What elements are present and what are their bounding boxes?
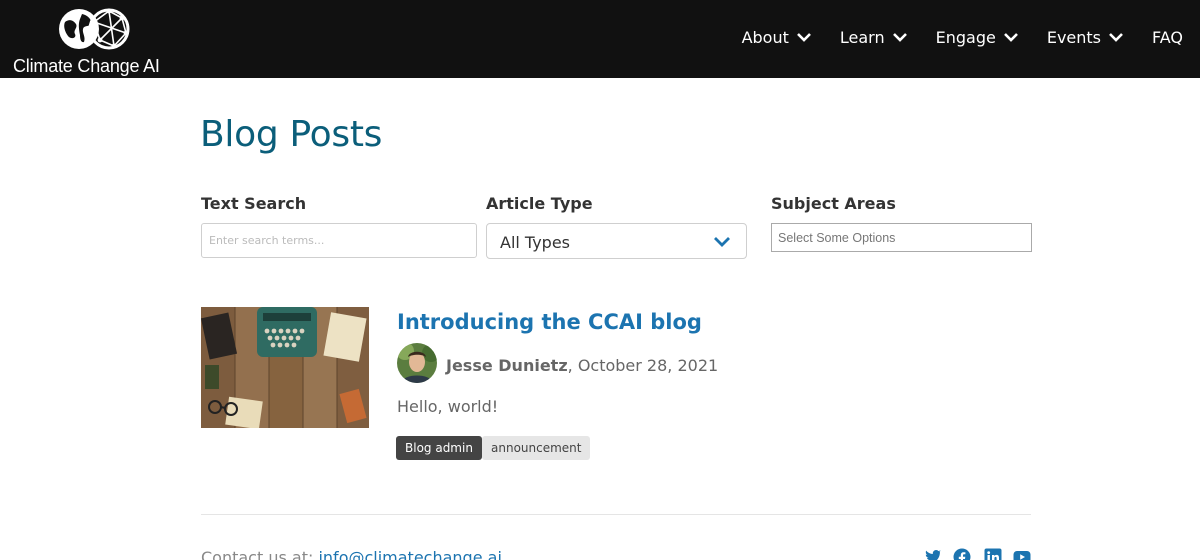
search-input[interactable]	[201, 223, 477, 258]
article-type-select[interactable]: All Types	[486, 223, 747, 259]
linkedin-icon[interactable]	[984, 548, 1002, 560]
chevron-down-icon	[714, 237, 730, 247]
main-nav: About Learn Engage Events FAQ	[742, 28, 1183, 47]
text-search-label: Text Search	[201, 194, 307, 213]
chevron-down-icon	[1109, 33, 1123, 42]
nav-item-engage[interactable]: Engage	[936, 28, 1019, 47]
nav-item-faq[interactable]: FAQ	[1152, 28, 1183, 47]
site-logo[interactable]: Climate Change AI	[12, 6, 172, 76]
article-type-value: All Types	[500, 233, 571, 252]
post-excerpt: Hello, world!	[397, 397, 499, 416]
post-title-link[interactable]: Introducing the CCAI blog	[397, 310, 702, 334]
footer-contact-label: Contact us at:	[201, 548, 314, 560]
tag-blog-admin[interactable]: Blog admin	[396, 436, 482, 460]
tag-announcement[interactable]: announcement	[482, 436, 591, 460]
chevron-down-icon	[892, 33, 907, 42]
nav-item-events[interactable]: Events	[1047, 28, 1124, 47]
twitter-icon[interactable]	[924, 548, 942, 560]
subject-areas-multiselect[interactable]: Select Some Options	[771, 223, 1032, 252]
youtube-icon[interactable]	[1013, 548, 1031, 560]
nav-item-label: FAQ	[1152, 28, 1183, 47]
subject-areas-label: Subject Areas	[771, 194, 896, 213]
byline-separator: ,	[567, 356, 578, 375]
nav-item-about[interactable]: About	[742, 28, 812, 47]
nav-item-label: Learn	[839, 28, 885, 47]
subject-areas-placeholder: Select Some Options	[778, 231, 896, 245]
page-title: Blog Posts	[200, 114, 383, 155]
site-header: Climate Change AI About Learn Engage Eve…	[0, 0, 1200, 78]
nav-item-learn[interactable]: Learn	[840, 28, 908, 47]
chevron-down-icon	[1003, 33, 1018, 42]
facebook-icon[interactable]	[953, 548, 971, 560]
post-date: October 28, 2021	[577, 356, 719, 375]
typewriter-desk-image	[201, 307, 369, 428]
globe-logo-icon	[59, 8, 130, 50]
author-avatar[interactable]	[397, 343, 437, 383]
footer-contact: Contact us at: info@climatechange.ai	[201, 548, 502, 560]
post-thumbnail[interactable]	[201, 307, 369, 428]
nav-item-label: Engage	[935, 28, 996, 47]
footer-divider	[201, 514, 1031, 515]
author-name-link[interactable]: Jesse Dunietz	[446, 356, 568, 375]
nav-item-label: Events	[1046, 28, 1101, 47]
article-type-label: Article Type	[486, 194, 593, 213]
post-byline: Jesse Dunietz, October 28, 2021	[446, 356, 718, 375]
brand-name: Climate Change AI	[13, 56, 160, 76]
author-photo	[397, 343, 437, 383]
chevron-down-icon	[796, 33, 811, 42]
footer-email-link[interactable]: info@climatechange.ai	[318, 548, 501, 560]
nav-item-label: About	[741, 28, 789, 47]
